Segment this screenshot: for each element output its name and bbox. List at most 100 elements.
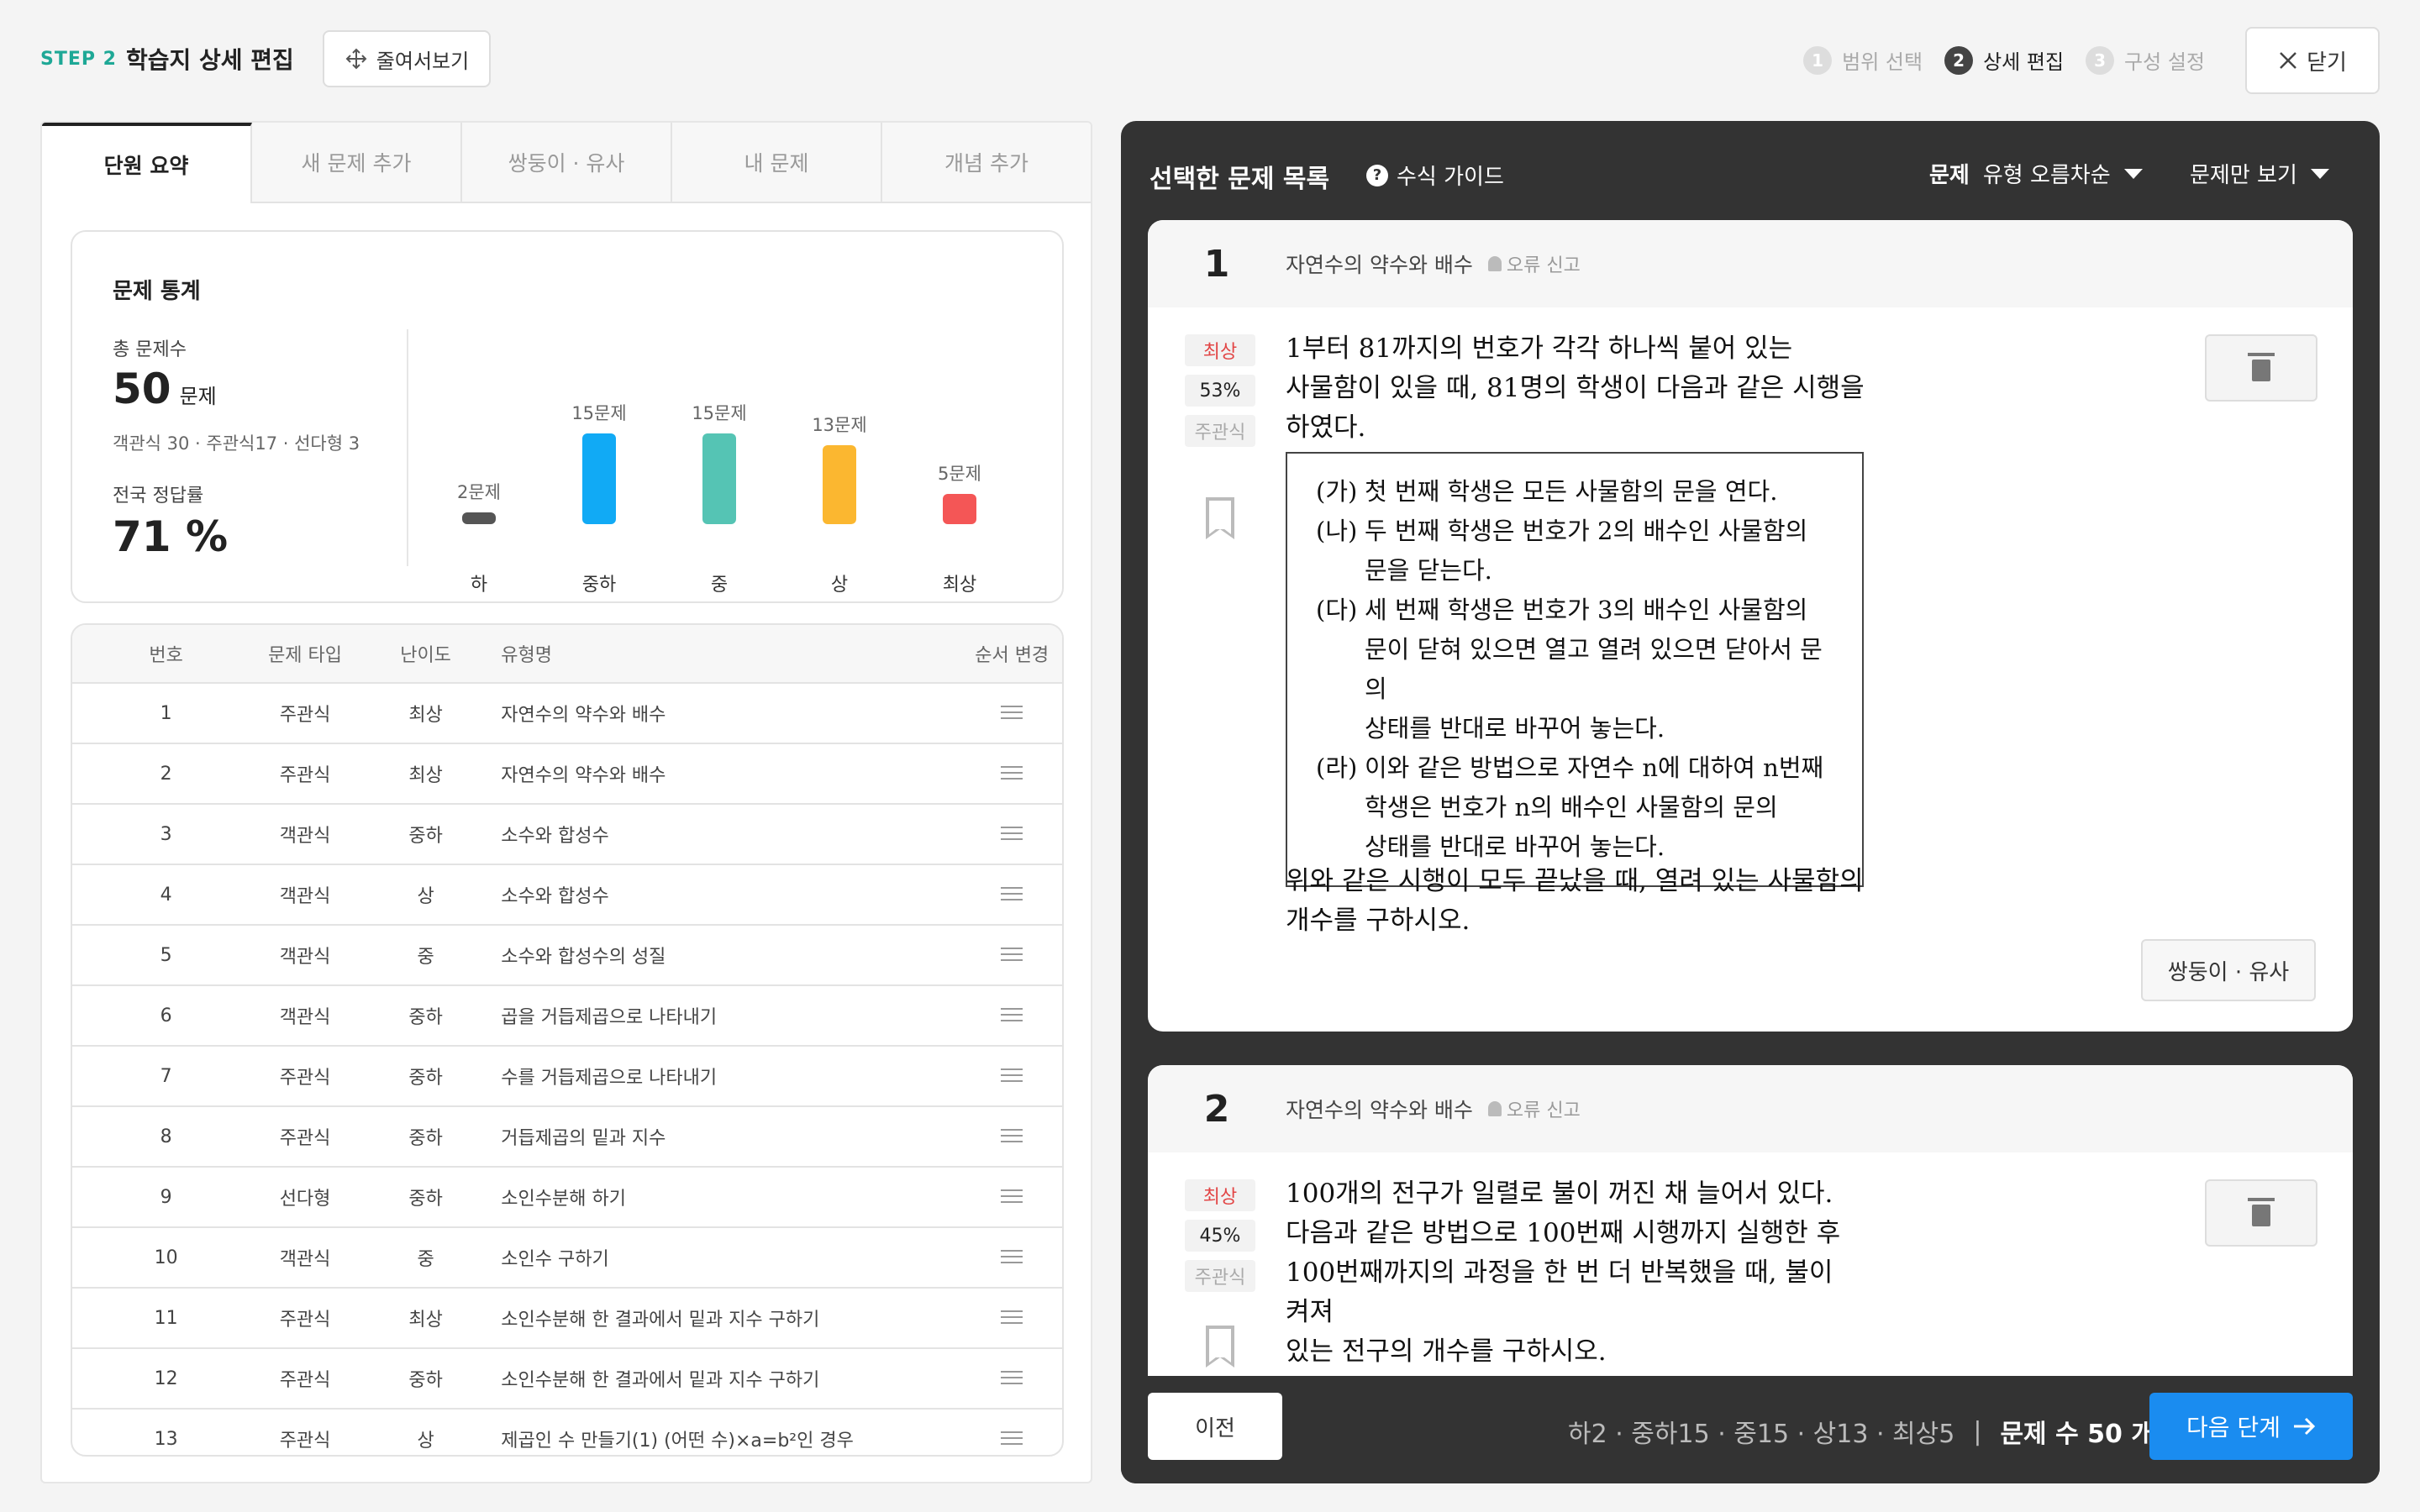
total-count: 50 문제: [113, 365, 217, 413]
table-row[interactable]: 11 주관식 최상 소인수분해 한 결과에서 밑과 지수 구하기: [72, 1289, 1062, 1349]
bar-count-label: 2문제: [456, 482, 501, 502]
prev-button[interactable]: 이전: [1148, 1393, 1282, 1460]
tab-unit-summary[interactable]: 단원 요약: [42, 123, 252, 203]
step-1: 1 범위 선택: [1803, 45, 1923, 75]
drag-handle-icon[interactable]: [1001, 947, 1023, 961]
difficulty-bar-group: 15문제중하: [549, 400, 650, 596]
panel-title: 선택한 문제 목록: [1150, 165, 1330, 194]
card-header: 1 자연수의 약수와 배수 오류 신고: [1148, 220, 2353, 307]
tab-twin-similar[interactable]: 쌍둥이 · 유사: [462, 123, 672, 202]
sort-dropdown[interactable]: 문제 유형 오름차순: [1929, 158, 2143, 189]
difficulty-bar: [702, 433, 736, 524]
drag-handle-icon[interactable]: [1001, 1007, 1023, 1021]
table-row[interactable]: 3 객관식 중하 소수와 합성수: [72, 805, 1062, 865]
total-label: 총 문제수: [113, 339, 187, 360]
table-row[interactable]: 6 객관식 중하 곱을 거듭제곱으로 나타내기: [72, 986, 1062, 1047]
drag-handle-icon[interactable]: [1001, 765, 1023, 780]
drag-handle-icon[interactable]: [1001, 1310, 1023, 1324]
drag-handle-icon[interactable]: [1001, 1189, 1023, 1203]
card-header: 2 자연수의 약수와 배수 오류 신고: [1148, 1065, 2353, 1152]
stats-title: 문제 통계: [113, 279, 201, 304]
difficulty-bar-group: 5문제 최상: [909, 460, 1010, 596]
rate-badge: 45%: [1185, 1220, 1255, 1252]
difficulty-summary: 하2 · 중하15 · 중15 · 상13 · 최상5 | 문제 수 50 개: [1568, 1413, 2154, 1450]
drag-handle-icon[interactable]: [1001, 1370, 1023, 1384]
report-error-button[interactable]: 오류 신고: [1487, 1095, 1581, 1122]
step-tag: STEP 2: [40, 49, 117, 70]
drag-handle-icon[interactable]: [1001, 826, 1023, 840]
trash-icon: [2248, 353, 2275, 381]
bell-icon: [1487, 1101, 1502, 1116]
question-tail-text: 위와 같은 시행이 모두 끝났을 때, 열려 있는 사물함의 개수를 구하시오.: [1286, 866, 1864, 936]
difficulty-badge: 최상: [1185, 1179, 1255, 1211]
bar-count-label: 5문제: [937, 464, 981, 484]
difficulty-bar-group: 2문제하: [429, 479, 529, 596]
next-step-button[interactable]: 다음 단계: [2149, 1393, 2353, 1460]
question-number: 1: [1203, 242, 1230, 286]
stats-divider: [407, 329, 408, 566]
bar-level-label: 하: [470, 575, 488, 596]
question-meta: 최상 53% 주관식: [1185, 334, 1255, 539]
tab-bar: 단원 요약 새 문제 추가 쌍둥이 · 유사 내 문제 개념 추가: [42, 123, 1091, 203]
difficulty-bar: [462, 512, 496, 524]
question-text: 1부터 81까지의 번호가 각각 하나씩 붙어 있는 사물함이 있을 때, 81…: [1286, 333, 1865, 443]
bell-icon: [1487, 256, 1502, 271]
difficulty-bar: [582, 433, 616, 524]
twin-similar-button[interactable]: 쌍둥이 · 유사: [2141, 939, 2316, 1001]
question-table: 번호 문제 타입 난이도 유형명 순서 변경 1 주관식 최상 자연수의 약수와 배수…: [71, 623, 1064, 1457]
type-badge: 주관식: [1185, 1260, 1255, 1292]
table-row[interactable]: 12 주관식 중하 소인수분해 한 결과에서 밑과 지수 구하기: [72, 1349, 1062, 1410]
zoom-out-label: 줄여서보기: [376, 49, 470, 73]
question-topic: 자연수의 약수와 배수: [1286, 253, 1473, 277]
bar-level-label: 중: [710, 575, 729, 596]
difficulty-bar-group: 13문제 상: [789, 412, 890, 596]
move-icon: [345, 48, 367, 70]
tab-add-concept[interactable]: 개념 추가: [882, 123, 1091, 202]
table-row[interactable]: 7 주관식 중하 수를 거듭제곱으로 나타내기: [72, 1047, 1062, 1107]
delete-button[interactable]: [2205, 334, 2317, 402]
table-row[interactable]: 4 객관식 상 소수와 합성수: [72, 865, 1062, 926]
selected-questions-panel: 선택한 문제 목록 ? 수식 가이드 문제 유형 오름차순 문제만 보기 1 자…: [1121, 121, 2380, 1483]
table-row[interactable]: 10 객관식 중 소인수 구하기: [72, 1228, 1062, 1289]
table-row[interactable]: 9 선다형 중하 소인수분해 하기: [72, 1168, 1062, 1228]
table-body: 1 주관식 최상 자연수의 약수와 배수 2 주관식 최상 자연수의 약수와 배수 3 객관식 중하…: [72, 684, 1062, 1455]
table-row[interactable]: 2 주관식 최상 자연수의 약수와 배수: [72, 744, 1062, 805]
table-row[interactable]: 5 객관식 중 소수와 합성수의 성질: [72, 926, 1062, 986]
question-count: 문제 수 50 개: [2000, 1420, 2154, 1449]
question-meta: 최상 45% 주관식: [1185, 1179, 1255, 1368]
tab-my-questions[interactable]: 내 문제: [672, 123, 882, 202]
question-number: 2: [1203, 1087, 1230, 1131]
question-card: 2 자연수의 약수와 배수 오류 신고 최상 45% 주관식 100개의 전구가…: [1148, 1065, 2353, 1418]
bookmark-icon[interactable]: [1206, 497, 1234, 539]
question-text: 100개의 전구가 일렬로 불이 꺼진 채 늘어서 있다. 다음과 같은 방법으…: [1286, 1179, 1841, 1367]
difficulty-badge: 최상: [1185, 334, 1255, 366]
table-row[interactable]: 1 주관식 최상 자연수의 약수와 배수: [72, 684, 1062, 744]
drag-handle-icon[interactable]: [1001, 886, 1023, 900]
table-row[interactable]: 13 주관식 상 제곱인 수 만들기(1) (어떤 수)×a=b²인 경우: [72, 1410, 1062, 1455]
drag-handle-icon[interactable]: [1001, 1128, 1023, 1142]
step-indicator: 1 범위 선택 2 상세 편집 3 구성 설정: [1803, 45, 2205, 75]
bar-level-label: 상: [830, 575, 849, 596]
close-button[interactable]: 닫기: [2245, 27, 2380, 94]
bookmark-icon[interactable]: [1206, 1326, 1234, 1368]
trash-icon: [2248, 1198, 2275, 1226]
drag-handle-icon[interactable]: [1001, 1249, 1023, 1263]
panel-footer: 이전 하2 · 중하15 · 중15 · 상13 · 최상5 | 문제 수 50…: [1121, 1376, 2380, 1483]
formula-guide-button[interactable]: ? 수식 가이드: [1366, 160, 1504, 191]
drag-handle-icon[interactable]: [1001, 705, 1023, 719]
report-error-button[interactable]: 오류 신고: [1487, 250, 1581, 277]
bar-level-label: 중하: [581, 575, 617, 596]
zoom-out-button[interactable]: 줄여서보기: [323, 30, 491, 87]
close-icon: [2280, 52, 2296, 69]
view-dropdown[interactable]: 문제만 보기: [2190, 158, 2329, 189]
drag-handle-icon[interactable]: [1001, 1431, 1023, 1445]
bar-count-label: 15문제: [571, 403, 627, 423]
table-row[interactable]: 8 주관식 중하 거듭제곱의 밑과 지수: [72, 1107, 1062, 1168]
delete-button[interactable]: [2205, 1179, 2317, 1247]
drag-handle-icon[interactable]: [1001, 1068, 1023, 1082]
step-2: 2 상세 편집: [1944, 45, 2064, 75]
caret-down-icon: [2310, 168, 2329, 179]
stats-card: 문제 통계 총 문제수 50 문제 객관식 30 · 주관식17 · 선다형 3 …: [71, 230, 1064, 603]
bar-count-label: 15문제: [692, 403, 747, 423]
tab-add-question[interactable]: 새 문제 추가: [252, 123, 462, 202]
